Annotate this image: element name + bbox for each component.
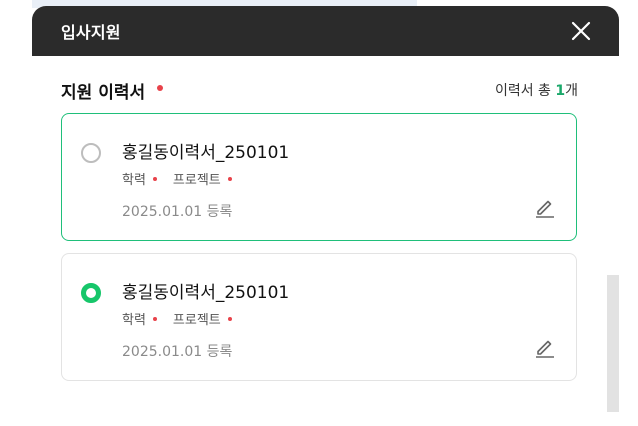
resume-date: 2025.01.01 등록 bbox=[122, 204, 233, 220]
resume-count-prefix: 이력서 총 bbox=[494, 83, 556, 99]
pencil-icon bbox=[536, 200, 554, 218]
pencil-icon bbox=[536, 340, 554, 358]
resume-count: 이력서 총 1개 bbox=[495, 80, 578, 100]
resume-tag: 학력 bbox=[122, 169, 157, 188]
resume-name: 홍길동이력서_250101 bbox=[122, 143, 290, 163]
resume-card[interactable]: 홍길동이력서_250101 학력 프로젝트 2025.01.01 등록 bbox=[61, 253, 577, 381]
resume-name: 홍길동이력서_250101 bbox=[122, 283, 290, 303]
page-background bbox=[0, 0, 32, 412]
scrollbar[interactable] bbox=[607, 275, 619, 412]
modal-title: 입사지원 bbox=[61, 23, 121, 42]
resume-tag-label: 프로젝트 bbox=[172, 173, 221, 188]
resume-radio-selected[interactable] bbox=[81, 283, 101, 303]
required-dot bbox=[157, 85, 164, 91]
section-title: 지원 이력서 bbox=[61, 78, 164, 103]
resume-tag-label: 학력 bbox=[122, 313, 146, 328]
modal-header: 입사지원 bbox=[32, 6, 619, 56]
required-dot bbox=[152, 176, 157, 181]
resume-count-number: 1 bbox=[555, 83, 566, 99]
resume-tag: 학력 bbox=[122, 309, 157, 328]
resume-tag: 프로젝트 bbox=[173, 169, 232, 188]
edit-button[interactable] bbox=[534, 336, 556, 358]
required-dot bbox=[152, 316, 157, 321]
apply-modal: 입사지원 지원 이력서 이력서 총 1개 홍길동이력서_250101 학력 프로… bbox=[32, 6, 619, 426]
section-header: 지원 이력서 이력서 총 1개 bbox=[32, 78, 619, 103]
edit-button[interactable] bbox=[534, 196, 556, 218]
resume-count-suffix: 개 bbox=[565, 83, 578, 99]
resume-tags: 학력 프로젝트 bbox=[122, 309, 248, 328]
resume-card[interactable]: 홍길동이력서_250101 학력 프로젝트 2025.01.01 등록 bbox=[61, 113, 577, 241]
close-icon bbox=[571, 21, 591, 41]
resume-date: 2025.01.01 등록 bbox=[122, 344, 233, 360]
section-title-text: 지원 이력서 bbox=[61, 82, 146, 103]
resume-tag: 프로젝트 bbox=[173, 309, 232, 328]
required-dot bbox=[227, 316, 232, 321]
resume-tag-label: 프로젝트 bbox=[172, 313, 221, 328]
close-button[interactable] bbox=[571, 21, 591, 41]
required-dot bbox=[227, 176, 232, 181]
resume-tags: 학력 프로젝트 bbox=[122, 169, 248, 188]
resume-radio[interactable] bbox=[81, 143, 101, 163]
resume-tag-label: 학력 bbox=[122, 173, 146, 188]
